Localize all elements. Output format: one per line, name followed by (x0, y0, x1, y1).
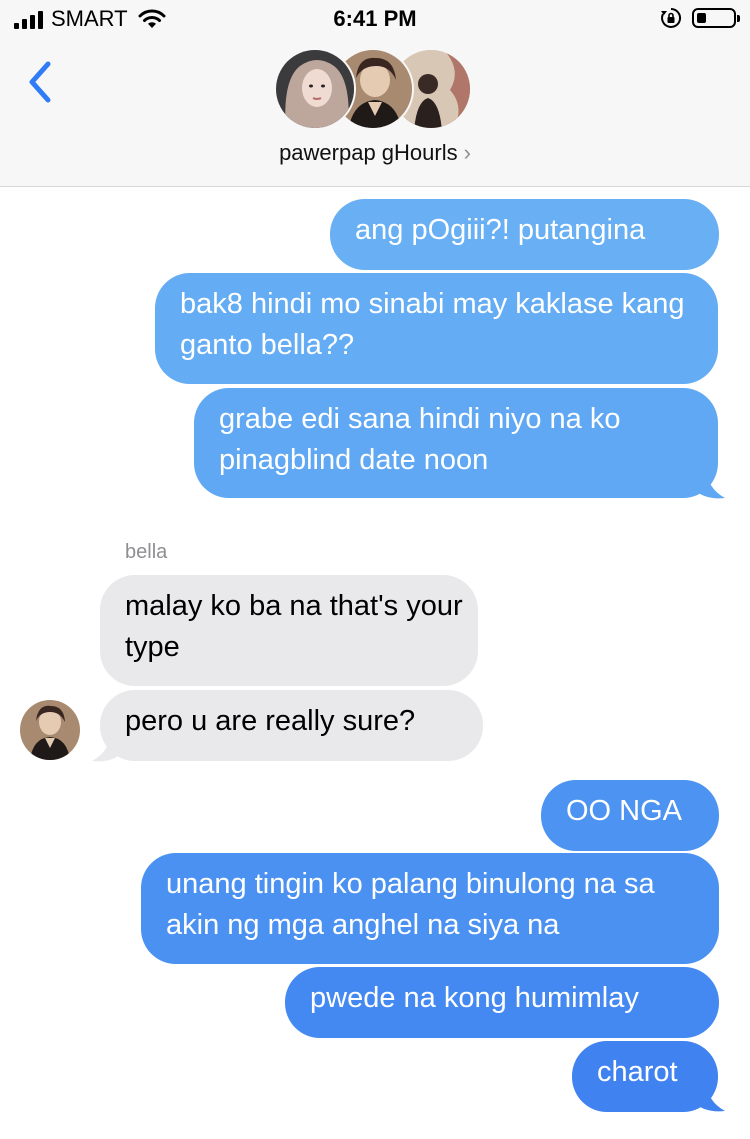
message-text: grabe edi sana hindi niyo na ko pinagbli… (219, 403, 621, 476)
chevron-right-icon: › (463, 140, 471, 165)
status-time: 6:41 PM (333, 6, 417, 31)
conversation-header: pawerpap gHourls › (0, 40, 750, 187)
outgoing-message[interactable]: bak8 hindi mo sinabi may kaklase kang ga… (155, 273, 718, 384)
outgoing-message[interactable]: pwede na kong humimlay (285, 967, 719, 1038)
incoming-message[interactable]: malay ko ba na that's your type (100, 575, 478, 686)
back-chevron-icon[interactable] (22, 56, 62, 108)
status-bar: SMART 6:41 PM (0, 0, 750, 40)
group-avatars[interactable] (274, 48, 474, 130)
bubble-tail (695, 1083, 725, 1112)
message-text: ang pOgiii?! putangina (355, 214, 646, 246)
message-text: OO NGA (566, 795, 683, 827)
rotation-lock-icon (661, 7, 682, 28)
message-text: pero u are really sure? (125, 705, 416, 737)
incoming-message[interactable]: pero u are really sure? (100, 690, 483, 761)
sender-name: bella (125, 541, 168, 563)
status-right (660, 7, 740, 29)
battery-fill (697, 13, 706, 23)
bubble-tail (92, 733, 122, 762)
battery-icon (692, 8, 740, 28)
sender-avatar[interactable] (20, 700, 80, 760)
bubble-tail (695, 470, 725, 499)
outgoing-message[interactable]: OO NGA (541, 780, 719, 851)
message-text: unang tingin ko palang binulong na sa ak… (166, 868, 655, 941)
message-text: bak8 hindi mo sinabi may kaklase kang ga… (180, 288, 685, 361)
group-name[interactable]: pawerpap gHourls › (0, 140, 750, 166)
outgoing-message[interactable]: unang tingin ko palang binulong na sa ak… (141, 853, 719, 964)
outgoing-message[interactable]: grabe edi sana hindi niyo na ko pinagbli… (194, 388, 718, 498)
outgoing-message[interactable]: ang pOgiii?! putangina (330, 199, 719, 270)
group-name-label: pawerpap gHourls (279, 140, 458, 165)
message-text: malay ko ba na that's your type (125, 590, 463, 663)
message-text: pwede na kong humimlay (310, 982, 639, 1014)
message-text: charot (597, 1056, 678, 1088)
avatar-member-1 (274, 48, 356, 130)
